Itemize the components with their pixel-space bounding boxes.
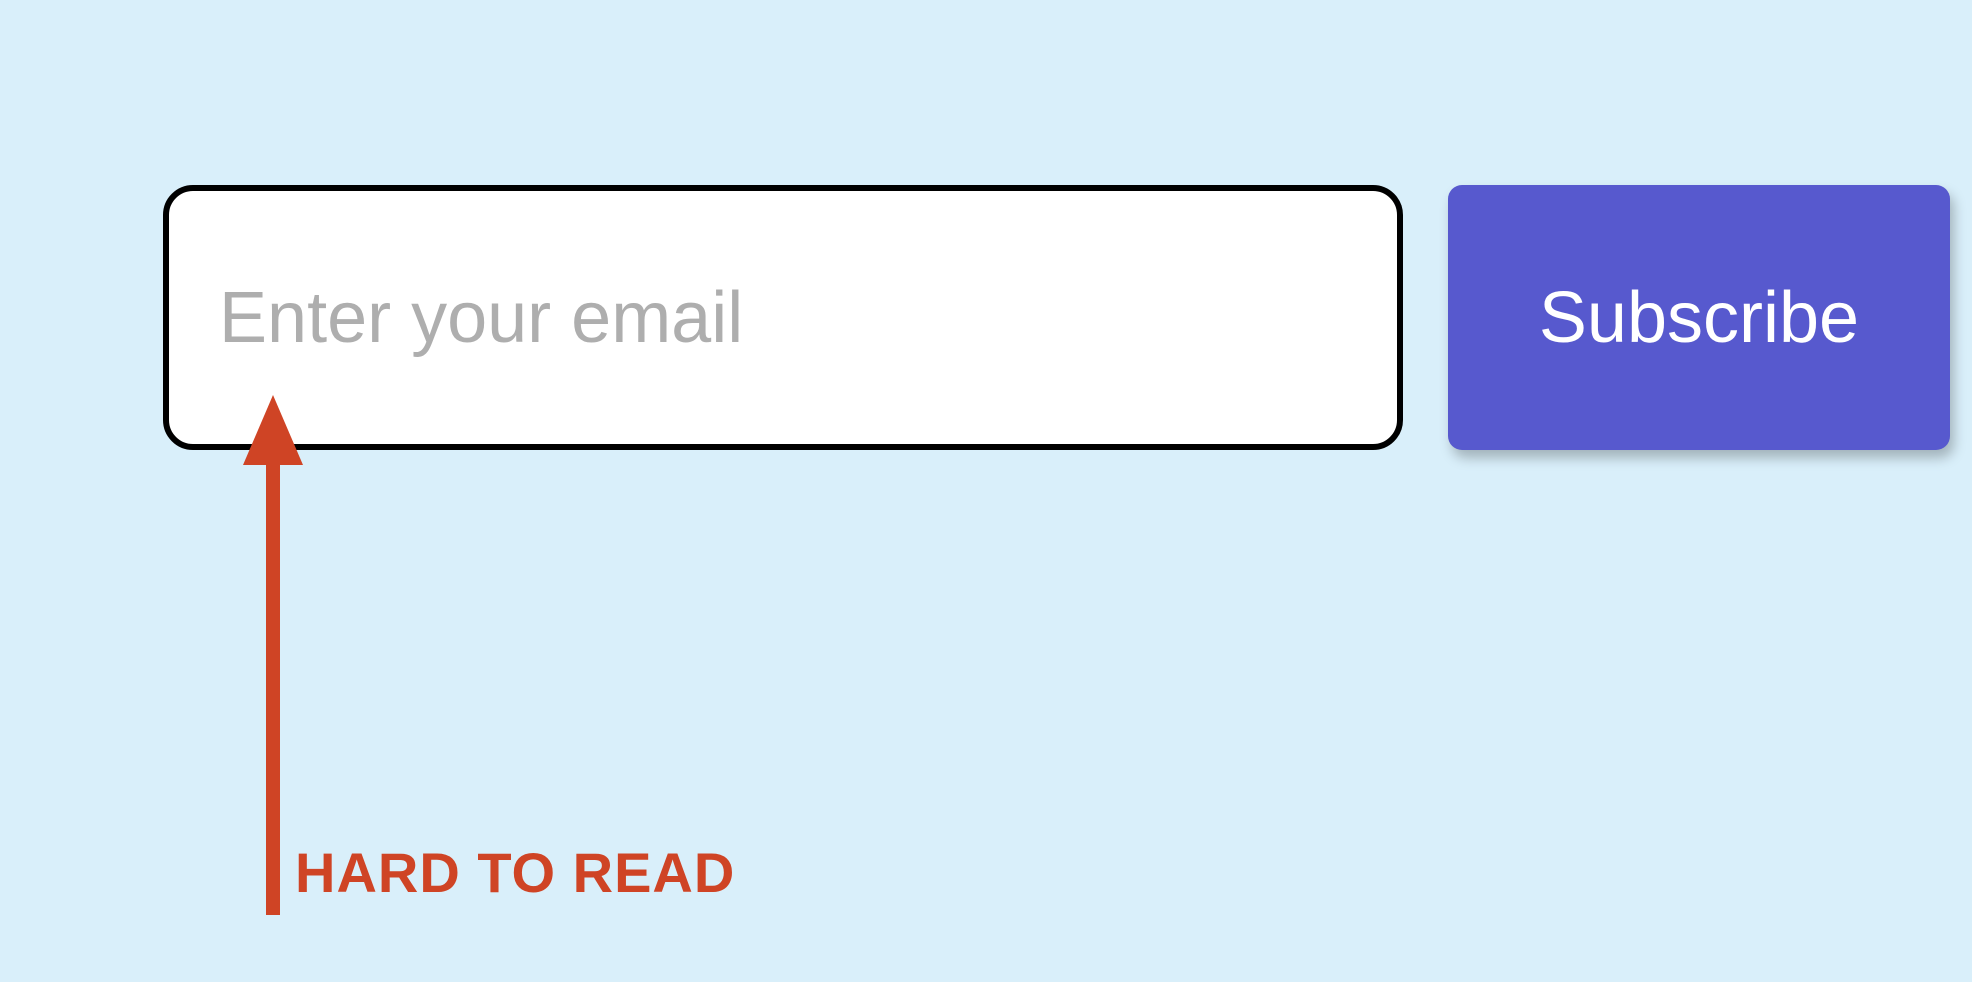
arrow-up-icon [233, 395, 313, 915]
email-input[interactable] [163, 185, 1403, 450]
subscribe-form: Subscribe [163, 185, 1950, 450]
annotation-label: HARD TO READ [295, 840, 735, 905]
subscribe-button[interactable]: Subscribe [1448, 185, 1950, 450]
